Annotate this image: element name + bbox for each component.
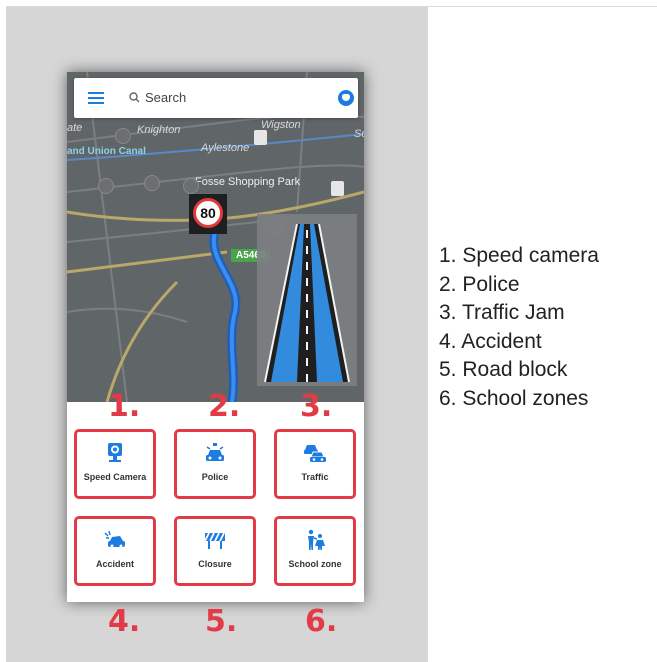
legend-item: 5. Road block: [439, 358, 568, 381]
map-label: So: [354, 128, 364, 140]
accident-icon: [104, 530, 125, 548]
phone-screen: ate Knighton Wigston So Aylestone and Un…: [67, 72, 364, 602]
police-button[interactable]: Police: [174, 429, 256, 499]
school-zone-icon: [308, 529, 325, 550]
lane-guidance-panel: [257, 214, 357, 386]
map-label: Aylestone: [201, 142, 250, 154]
legend-item: 6. School zones: [439, 386, 589, 410]
tile-label: School zone: [288, 559, 342, 569]
search-bar[interactable]: Search: [74, 78, 358, 118]
map-label-shopping-park: Fosse Shopping Park: [195, 176, 301, 188]
legend-item: 2. Police: [439, 272, 520, 296]
school-zone-button[interactable]: School zone: [274, 516, 356, 586]
annotation-number: 1.: [108, 389, 141, 424]
police-car-icon: [206, 443, 224, 461]
speed-limit-sign: 80: [193, 198, 223, 228]
map-label: Knighton: [137, 124, 181, 136]
annotation-number: 4.: [108, 604, 141, 639]
favorites-icon[interactable]: [338, 90, 354, 106]
tile-label: Accident: [95, 559, 134, 569]
search-input[interactable]: Search: [145, 90, 186, 105]
report-panel: Speed Camera Police Traffic Accident Clo…: [67, 402, 364, 602]
map-poi-icon: [144, 175, 160, 191]
feature-legend-list: 1. Speed camera 2. Police 3. Traffic Jam…: [439, 242, 599, 413]
map-view[interactable]: ate Knighton Wigston So Aylestone and Un…: [67, 72, 364, 402]
menu-icon[interactable]: [88, 92, 104, 104]
map-poi-icon: [98, 178, 114, 194]
legend-item: 4. Accident: [439, 329, 542, 353]
accident-button[interactable]: Accident: [74, 516, 156, 586]
annotation-number: 6.: [305, 604, 338, 639]
legend-item: 3. Traffic Jam: [439, 301, 565, 324]
traffic-button[interactable]: Traffic: [274, 429, 356, 499]
speed-limit-indicator: 80: [189, 194, 227, 234]
tile-label: Traffic: [301, 472, 329, 482]
speed-camera-icon: [108, 443, 122, 462]
traffic-jam-icon: [304, 445, 326, 462]
fuel-station-icon: [254, 130, 267, 145]
annotation-number: 2.: [208, 389, 241, 424]
tile-label: Police: [201, 472, 229, 482]
annotation-number: 5.: [205, 604, 238, 639]
tile-label: Speed Camera: [83, 472, 147, 482]
map-poi-icon: [115, 128, 131, 144]
map-poi-icon: [183, 178, 199, 194]
road-closure-icon: [204, 532, 225, 549]
closure-button[interactable]: Closure: [174, 516, 256, 586]
map-label: Wigston: [261, 119, 301, 131]
legend-item: 1. Speed camera: [439, 244, 599, 267]
speed-camera-button[interactable]: Speed Camera: [74, 429, 156, 499]
search-icon: [129, 92, 140, 103]
map-label-canal: and Union Canal: [67, 146, 146, 157]
tile-label: Closure: [198, 559, 232, 569]
frame-divider: [427, 6, 428, 662]
map-label: ate: [67, 122, 83, 134]
annotation-number: 3.: [300, 389, 333, 424]
fuel-station-icon: [331, 181, 344, 196]
lane-guidance-graphic: [264, 223, 350, 383]
